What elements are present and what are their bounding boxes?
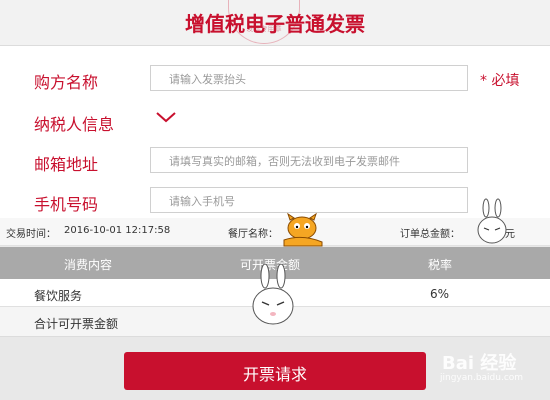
buyer-name-row: 购方名称 请输入发票抬头 * 必填 bbox=[0, 62, 550, 98]
page-header: 发票专用章 增值税电子普通发票 bbox=[0, 0, 550, 46]
header-content: 消费内容 bbox=[64, 258, 113, 272]
taxpayer-info-row[interactable]: 纳税人信息 bbox=[0, 104, 550, 140]
watermark-sub: jingyan.baidu.com bbox=[440, 373, 524, 383]
order-info-bar: 交易时间： 2016-10-01 12:17:58 餐厅名称： 订单总金额： 元 bbox=[0, 218, 550, 246]
restaurant-label: 餐厅名称： bbox=[228, 229, 278, 240]
header-tax-rate: 税率 bbox=[428, 258, 453, 272]
phone-row: 手机号码 请输入手机号 bbox=[0, 184, 550, 220]
buyer-name-input[interactable]: 请输入发票抬头 bbox=[150, 65, 468, 91]
row-content: 餐饮服务 bbox=[34, 289, 83, 303]
phone-input[interactable]: 请输入手机号 bbox=[150, 187, 468, 213]
rabbit-sticker-icon bbox=[477, 198, 507, 244]
watermark-main: Bai 经验 bbox=[442, 353, 517, 374]
phone-label: 手机号码 bbox=[34, 195, 99, 214]
email-input[interactable]: 请填写真实的邮箱，否则无法收到电子发票邮件 bbox=[150, 147, 468, 173]
required-mark: * 必填 bbox=[480, 73, 520, 89]
garfield-sticker-icon bbox=[283, 212, 323, 247]
chevron-down-icon[interactable] bbox=[155, 106, 177, 128]
order-total-label: 订单总金额： bbox=[400, 229, 460, 240]
total-label: 合计可开票金额 bbox=[34, 317, 119, 331]
rabbit-sticker-large-icon bbox=[252, 264, 294, 325]
row-tax-rate: 6% bbox=[430, 287, 450, 301]
email-row: 邮箱地址 请填写真实的邮箱，否则无法收到电子发票邮件 bbox=[0, 144, 550, 180]
email-label: 邮箱地址 bbox=[34, 155, 99, 174]
page-title: 增值税电子普通发票 bbox=[185, 12, 365, 36]
taxpayer-info-label: 纳税人信息 bbox=[34, 115, 115, 134]
buyer-name-label: 购方名称 bbox=[34, 73, 99, 92]
invoice-form: 购方名称 请输入发票抬头 * 必填 纳税人信息 邮箱地址 请填写真实的邮箱，否则… bbox=[0, 46, 550, 218]
trade-time-label: 交易时间： bbox=[6, 229, 56, 240]
trade-time-value: 2016-10-01 12:17:58 bbox=[64, 225, 171, 236]
baidu-watermark-logo: Bai 经验 jingyan.baidu.com bbox=[420, 347, 540, 387]
submit-invoice-button[interactable]: 开票请求 bbox=[124, 352, 426, 390]
